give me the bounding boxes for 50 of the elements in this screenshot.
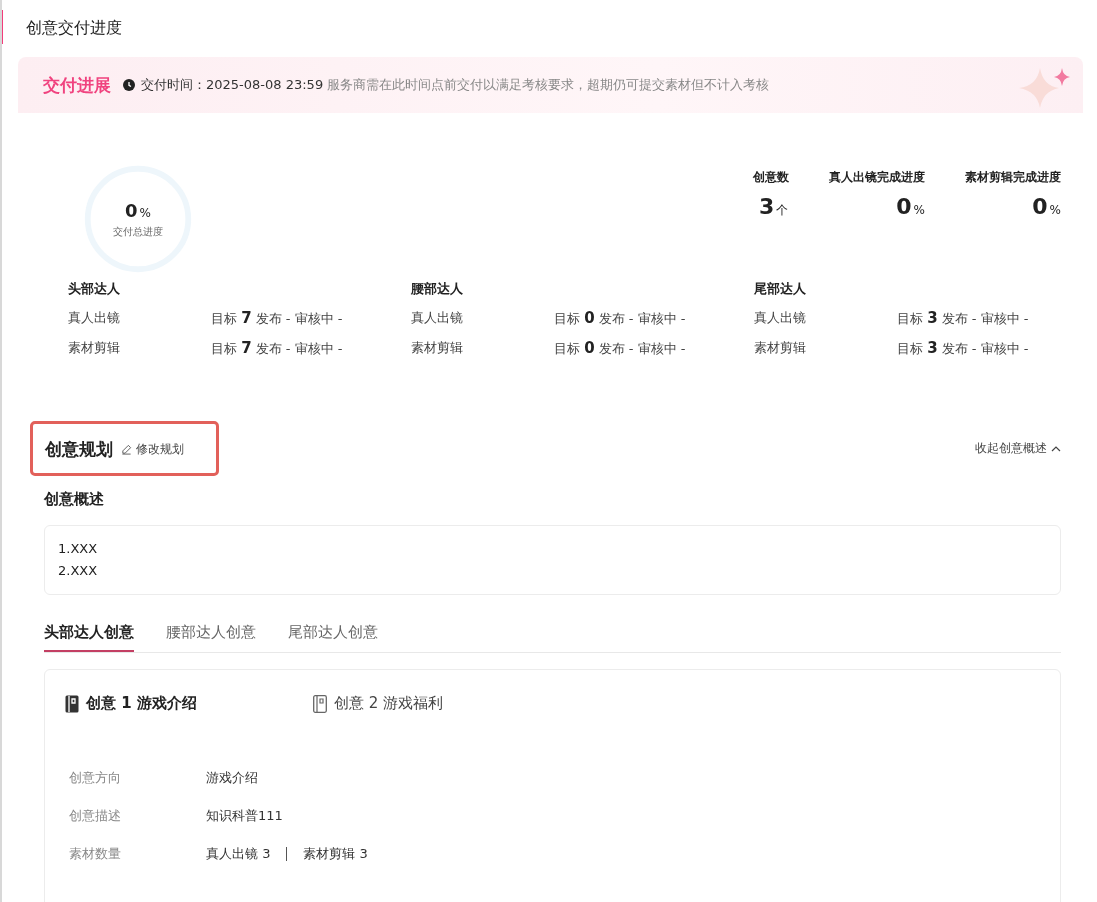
row-label: 素材剪辑 [68,339,121,357]
detail-value: 游戏介绍 [206,769,258,787]
overview-line: 1.XXX [58,540,99,558]
overall-progress-value: 0% [125,199,151,221]
group-title: 头部达人 [68,280,121,298]
row-label: 素材剪辑 [411,339,464,357]
detail-label: 素材数量 [68,845,122,863]
stat-label: 真人出镜完成进度 [829,169,925,186]
row-label: 真人出镜 [754,309,807,327]
row-label: 真人出镜 [411,309,464,327]
tab[interactable]: 尾部达人创意 [288,617,378,652]
row-value: 目标 0 发布 - 审核中 - [554,308,686,328]
tab[interactable]: 腰部达人创意 [166,617,256,652]
stat-value: 0% [896,194,925,219]
row-label: 真人出镜 [68,309,121,327]
notebook-icon [65,694,79,713]
detail-value: 素材剪辑 3 [303,845,368,863]
tab[interactable]: 头部达人创意 [44,617,134,652]
detail-value: 真人出镜 3 [206,845,271,863]
row-value: 目标 7 发布 - 审核中 - [211,308,343,328]
stat-value: 3 个 [758,194,789,219]
stat-label: 素材剪辑完成进度 [965,169,1061,186]
pencil-icon [121,444,132,455]
collapse-link[interactable]: 收起创意概述 [975,440,1061,457]
edit-plan-link[interactable]: 修改规划 [121,441,184,458]
banner-title: 交付进展 [43,73,111,97]
creative-tab[interactable]: 创意 2 游戏福利 [313,692,561,715]
section-title: 创意规划 [45,438,113,461]
detail-label: 创意方向 [68,769,122,787]
overview-title: 创意概述 [44,490,105,509]
detail-label: 创意描述 [68,807,122,825]
page-title: 创意交付进度 [25,17,123,39]
stat-value: 0% [1032,194,1061,219]
deadline-note: 服务商需在此时间点前交付以满足考核要求，超期仍可提交素材但不计入考核 [327,76,770,94]
group-title: 尾部达人 [754,280,807,298]
detail-value: 知识科普111 [206,807,283,825]
row-value: 目标 0 发布 - 审核中 - [554,338,686,358]
clock-icon [123,79,135,91]
stat-label: 创意数 [753,169,789,186]
row-label: 素材剪辑 [754,339,807,357]
overview-line: 2.XXX [58,562,99,580]
creative-tab[interactable]: 创意 1 游戏介绍 [65,692,313,715]
deadline-text: 交付时间：2025-08-08 23:59 [141,76,324,94]
row-value: 目标 7 发布 - 审核中 - [211,338,343,358]
overall-progress-label: 交付总进度 [113,224,163,239]
chevron-up-icon [1051,445,1061,452]
row-value: 目标 3 发布 - 审核中 - [897,338,1029,358]
notebook-icon [313,694,327,713]
row-value: 目标 3 发布 - 审核中 - [897,308,1029,328]
group-title: 腰部达人 [411,280,464,298]
